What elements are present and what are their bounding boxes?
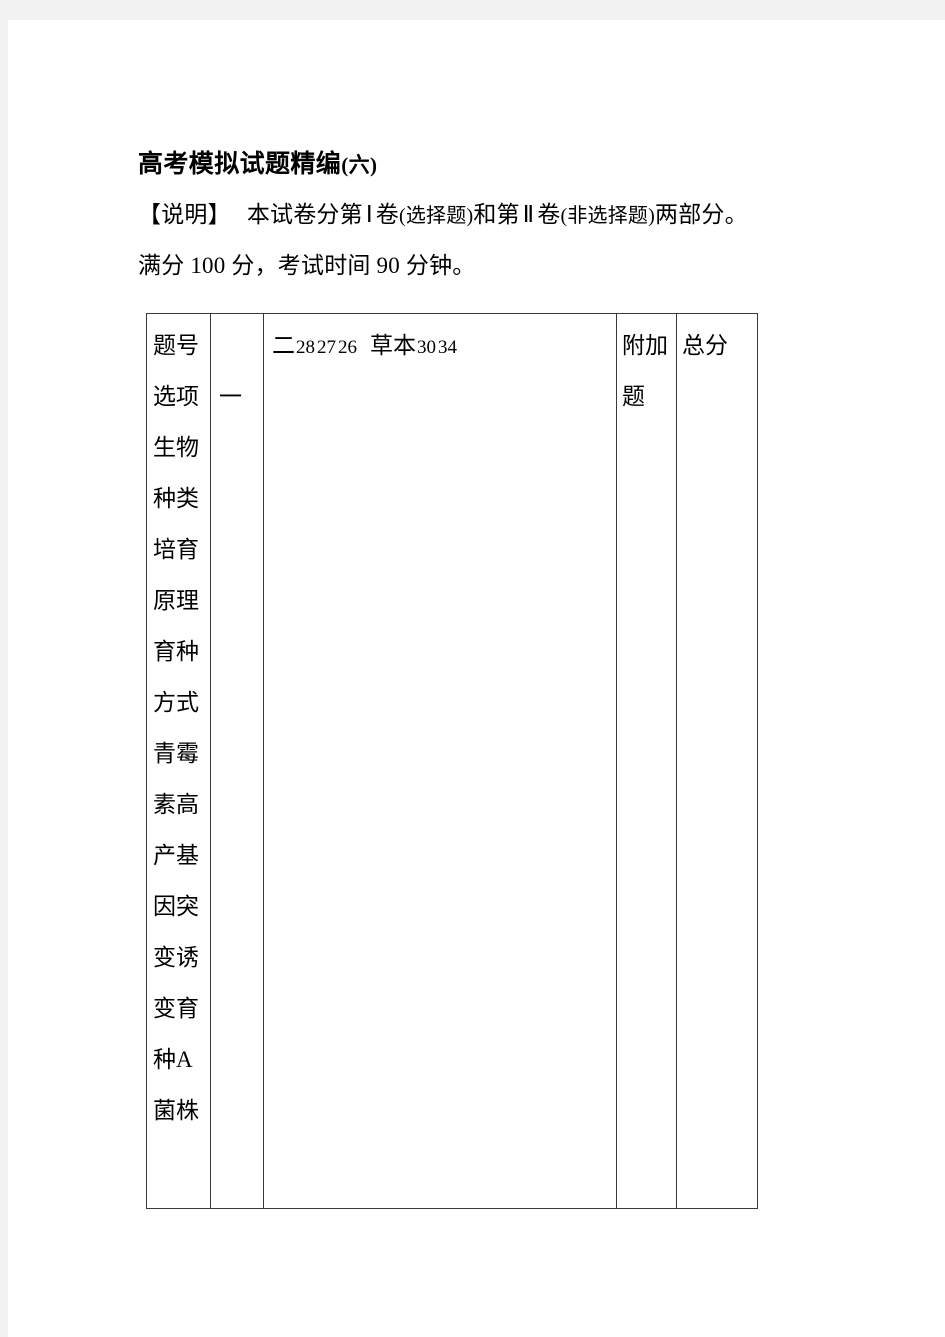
instructions-line: 【说明】 本试卷分第 Ⅰ 卷(选择题)和第 Ⅱ 卷(非选择题)两部分。	[138, 190, 778, 241]
table-cell-items: 题号选项生物种类培育原理育种方式青霉素高产基因突变诱变育种A 菌株	[146, 313, 211, 1209]
table-cell-section-two-text: 二28 27 26 草本30 34	[264, 314, 616, 373]
document-page: 高考模拟试题精编(六) 【说明】 本试卷分第 Ⅰ 卷(选择题)和第 Ⅱ 卷(非选择题)两部…	[8, 20, 945, 1337]
table-cell-extra-question-text: 附加题	[622, 333, 668, 409]
section-two-num-27: 27	[317, 337, 336, 358]
instructions-label: 【说明】	[138, 202, 231, 227]
roman-numeral-one: Ⅰ	[365, 202, 373, 227]
score-table: 题号选项生物种类培育原理育种方式青霉素高产基因突变诱变育种A 菌株 一 二28 2…	[146, 313, 758, 1209]
instructions-text-4: 卷	[537, 202, 561, 227]
section-two-label-herb: 草本	[370, 333, 416, 358]
page-title-text: 高考模拟试题精编	[138, 151, 342, 178]
page-title: 高考模拟试题精编(六)	[138, 140, 778, 190]
table-cell-total-score: 总分	[676, 313, 758, 1209]
instructions-paren-2: (非选择题)	[560, 205, 655, 227]
table-cell-items-text: 题号选项生物种类培育原理育种方式青霉素高产基因突变诱变育种A 菌株	[153, 333, 199, 1123]
table-cell-section-one: 一	[210, 313, 264, 1209]
instructions-text-3: 和第	[473, 202, 520, 227]
table-cell-section-two: 二28 27 26 草本30 34	[263, 313, 617, 1209]
section-two-num-28: 28	[296, 337, 315, 358]
roman-numeral-two: Ⅱ	[522, 202, 535, 227]
table-cell-section-one-text: 一	[219, 384, 242, 409]
section-two-label: 二	[272, 333, 295, 358]
section-two-num-26: 26	[338, 337, 357, 358]
instructions-paren-1: (选择题)	[399, 205, 474, 227]
page-title-index: (六)	[341, 153, 378, 177]
section-two-num-34: 34	[438, 337, 457, 358]
instructions-text-2: 卷	[375, 202, 399, 227]
table-cell-total-score-text: 总分	[682, 333, 728, 358]
instructions-text-1: 本试卷分第	[246, 202, 363, 227]
instructions-text-5: 两部分。	[655, 202, 748, 227]
table-cell-extra-question: 附加题	[616, 313, 677, 1209]
table-row: 题号选项生物种类培育原理育种方式青霉素高产基因突变诱变育种A 菌株 一 二28 2…	[146, 313, 758, 1209]
section-two-num-30: 30	[417, 337, 436, 358]
document-content: 高考模拟试题精编(六) 【说明】 本试卷分第 Ⅰ 卷(选择题)和第 Ⅱ 卷(非选择题)两部…	[138, 140, 778, 291]
score-duration-line: 满分 100 分，考试时间 90 分钟。	[138, 253, 476, 278]
